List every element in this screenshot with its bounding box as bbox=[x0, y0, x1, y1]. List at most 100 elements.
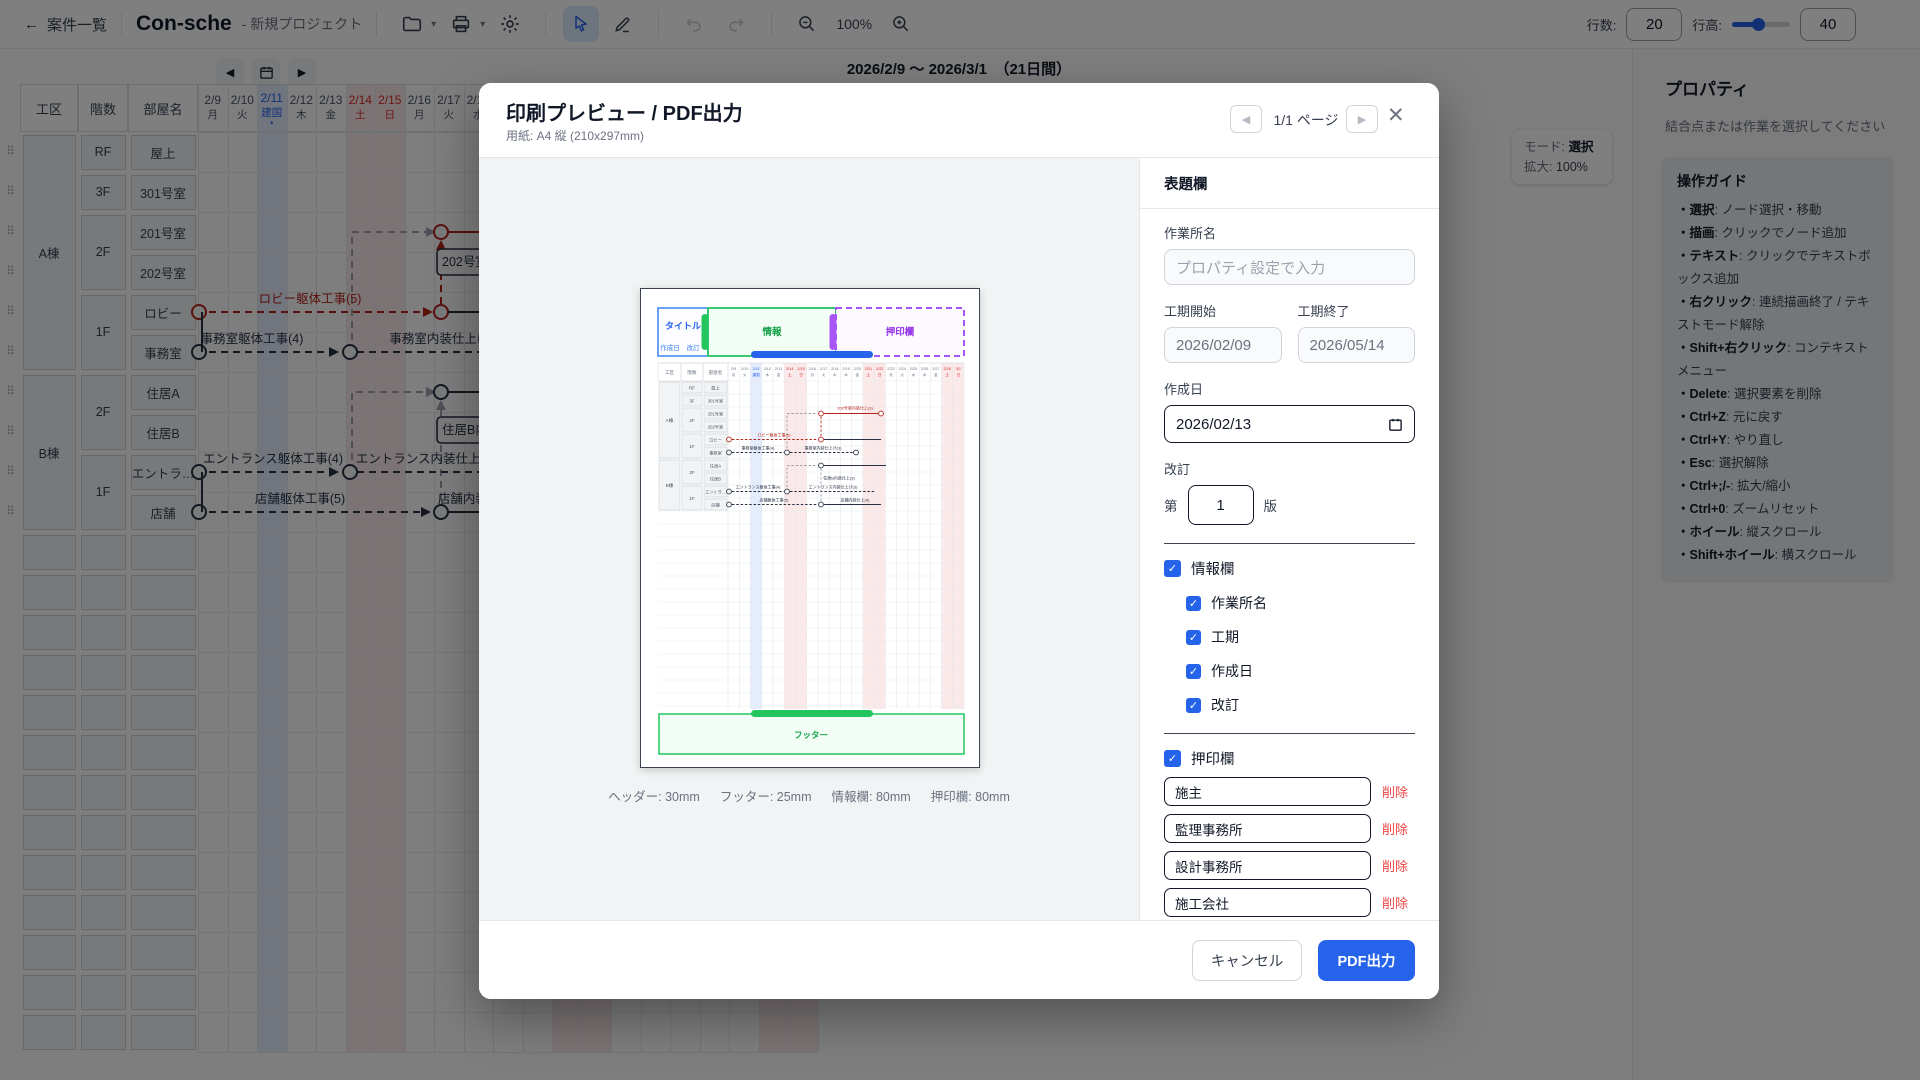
revision-input[interactable]: 1 bbox=[1188, 485, 1254, 525]
svg-text:火: 火 bbox=[900, 372, 904, 377]
info-sub-2-label: 作成日 bbox=[1211, 661, 1253, 681]
stamp-field-input[interactable]: 施主 bbox=[1164, 777, 1371, 806]
svg-text:押印欄: 押印欄 bbox=[886, 326, 915, 338]
modal-settings-panel: 表題欄 作業所名 プロパティ設定で入力 工期開始 2026/02/09 工期終了 bbox=[1139, 158, 1439, 920]
svg-text:2/23: 2/23 bbox=[887, 367, 894, 371]
svg-text:情報: 情報 bbox=[761, 326, 782, 338]
svg-text:2/11: 2/11 bbox=[753, 367, 760, 371]
svg-text:金: 金 bbox=[934, 372, 938, 377]
close-icon[interactable]: ✕ bbox=[1387, 103, 1405, 128]
info-sub-1-label: 工期 bbox=[1211, 627, 1239, 647]
stamp-field-input[interactable]: 監理事務所 bbox=[1164, 814, 1371, 843]
svg-text:フッター: フッター bbox=[794, 730, 828, 740]
preview-page: タイトル作成日改訂情報押印欄2/9月2/10火2/11建国2/12木2/13金2… bbox=[640, 288, 980, 768]
svg-text:2F: 2F bbox=[689, 418, 695, 423]
svg-text:2/21: 2/21 bbox=[865, 367, 872, 371]
svg-text:土: 土 bbox=[788, 372, 792, 377]
svg-text:事務室内装仕上げ(3): 事務室内装仕上げ(3) bbox=[805, 445, 843, 451]
svg-text:3/1: 3/1 bbox=[956, 367, 961, 371]
pdf-export-button[interactable]: PDF出力 bbox=[1318, 940, 1415, 981]
svg-text:2/14: 2/14 bbox=[786, 367, 793, 371]
stamp-field-row: 監理事務所削除 bbox=[1164, 814, 1415, 843]
svg-text:店舗: 店舗 bbox=[711, 502, 719, 509]
info-section-row: ✓情報欄 bbox=[1164, 558, 1415, 579]
svg-text:2/27: 2/27 bbox=[932, 367, 939, 371]
info-sub-0-checkbox[interactable]: ✓ bbox=[1186, 596, 1201, 611]
svg-text:2/26: 2/26 bbox=[921, 367, 928, 371]
svg-text:1F: 1F bbox=[689, 496, 695, 501]
svg-text:RF: RF bbox=[689, 386, 695, 391]
svg-text:202号室内装仕上(3): 202号室内装仕上(3) bbox=[837, 405, 873, 411]
svg-text:金: 金 bbox=[777, 372, 781, 377]
svg-text:B棟: B棟 bbox=[666, 482, 674, 489]
stamp-field-row: 設計事務所削除 bbox=[1164, 851, 1415, 880]
page-next-button[interactable]: ▶ bbox=[1346, 105, 1378, 133]
svg-text:作成日: 作成日 bbox=[660, 343, 680, 352]
created-date-input[interactable]: 2026/02/13 bbox=[1164, 405, 1415, 443]
info-sub-0-label: 作業所名 bbox=[1211, 593, 1267, 613]
svg-text:エントランス内装仕上げ(3): エントランス内装仕上げ(3) bbox=[809, 484, 858, 490]
stamp-field-row: 施工会社削除 bbox=[1164, 888, 1415, 917]
svg-text:202号室: 202号室 bbox=[708, 424, 723, 431]
cancel-button[interactable]: キャンセル bbox=[1192, 940, 1302, 981]
stamp-delete-link[interactable]: 削除 bbox=[1382, 819, 1408, 838]
svg-text:木: 木 bbox=[766, 372, 770, 377]
info-sub-checks: ✓作業所名✓工期✓作成日✓改訂 bbox=[1186, 593, 1415, 715]
svg-text:ロビー: ロビー bbox=[709, 437, 722, 443]
revision-label: 改訂 bbox=[1164, 459, 1415, 478]
end-date-value: 2026/05/14 bbox=[1310, 337, 1385, 354]
page-prev-button[interactable]: ◀ bbox=[1230, 105, 1262, 133]
svg-text:2/15: 2/15 bbox=[797, 367, 804, 371]
svg-text:2/28: 2/28 bbox=[943, 367, 950, 371]
stamp-delete-link[interactable]: 削除 bbox=[1382, 856, 1408, 875]
svg-text:店舗躯体工事(5): 店舗躯体工事(5) bbox=[760, 497, 790, 503]
stamp-field-input[interactable]: 施工会社 bbox=[1164, 888, 1371, 917]
info-section: ✓情報欄✓作業所名✓工期✓作成日✓改訂 bbox=[1164, 558, 1415, 715]
svg-text:住居B内装仕上(3): 住居B内装仕上(3) bbox=[823, 475, 855, 481]
svg-text:木: 木 bbox=[923, 372, 927, 377]
svg-text:階数: 階数 bbox=[687, 369, 697, 376]
site-name-placeholder: プロパティ設定で入力 bbox=[1176, 257, 1325, 278]
svg-text:住居A: 住居A bbox=[710, 463, 721, 470]
created-date-label: 作成日 bbox=[1164, 379, 1415, 398]
svg-text:水: 水 bbox=[833, 372, 837, 377]
svg-text:2F: 2F bbox=[689, 470, 695, 475]
svg-text:2/25: 2/25 bbox=[910, 367, 917, 371]
margin-dimension: ヘッダー: 30mm bbox=[608, 790, 700, 804]
svg-text:2/10: 2/10 bbox=[741, 367, 748, 371]
start-date-value: 2026/02/09 bbox=[1176, 337, 1251, 354]
svg-text:2/13: 2/13 bbox=[775, 367, 782, 371]
svg-text:3F: 3F bbox=[689, 399, 695, 404]
svg-text:店舗内装仕上(4): 店舗内装仕上(4) bbox=[841, 497, 871, 503]
svg-text:A棟: A棟 bbox=[666, 417, 674, 424]
svg-text:2/24: 2/24 bbox=[898, 367, 905, 371]
end-date-label: 工期終了 bbox=[1298, 301, 1416, 320]
info-sub-2-checkbox[interactable]: ✓ bbox=[1186, 664, 1201, 679]
stamp-field-input[interactable]: 設計事務所 bbox=[1164, 851, 1371, 880]
site-name-input[interactable]: プロパティ設定で入力 bbox=[1164, 249, 1415, 285]
svg-text:日: 日 bbox=[878, 373, 882, 377]
modal-header: 印刷プレビュー / PDF出力 用紙: A4 縦 (210x297mm) ◀ 1… bbox=[479, 83, 1439, 158]
info-section-checkbox[interactable]: ✓ bbox=[1164, 560, 1181, 577]
stamp-delete-link[interactable]: 削除 bbox=[1382, 893, 1408, 912]
paper-info: 用紙: A4 縦 (210x297mm) bbox=[506, 127, 644, 144]
created-date-value: 2026/02/13 bbox=[1176, 416, 1251, 433]
app-root: ← 案件一覧 Con-sche - 新規プロジェクト ▾ ▾ bbox=[0, 0, 1920, 1080]
svg-text:2/18: 2/18 bbox=[831, 367, 838, 371]
margin-dimensions: ヘッダー: 30mmフッター: 25mm情報欄: 80mm押印欄: 80mm bbox=[479, 786, 1139, 805]
svg-text:月: 月 bbox=[889, 372, 893, 377]
stamp-delete-link[interactable]: 削除 bbox=[1382, 782, 1408, 801]
stamp-section-checkbox[interactable]: ✓ bbox=[1164, 750, 1181, 767]
info-sub-1-checkbox[interactable]: ✓ bbox=[1186, 630, 1201, 645]
end-date-input: 2026/05/14 bbox=[1298, 327, 1416, 363]
svg-text:2/19: 2/19 bbox=[842, 367, 849, 371]
svg-text:改訂: 改訂 bbox=[687, 343, 701, 352]
svg-text:301号室: 301号室 bbox=[708, 398, 723, 405]
svg-text:住居B: 住居B bbox=[710, 476, 721, 483]
svg-text:日: 日 bbox=[957, 373, 961, 377]
svg-text:事務室: 事務室 bbox=[709, 450, 722, 457]
divider bbox=[1164, 543, 1415, 544]
margin-dimension: 押印欄: 80mm bbox=[931, 790, 1010, 804]
info-sub-3-checkbox[interactable]: ✓ bbox=[1186, 698, 1201, 713]
svg-text:屋上: 屋上 bbox=[711, 385, 719, 392]
